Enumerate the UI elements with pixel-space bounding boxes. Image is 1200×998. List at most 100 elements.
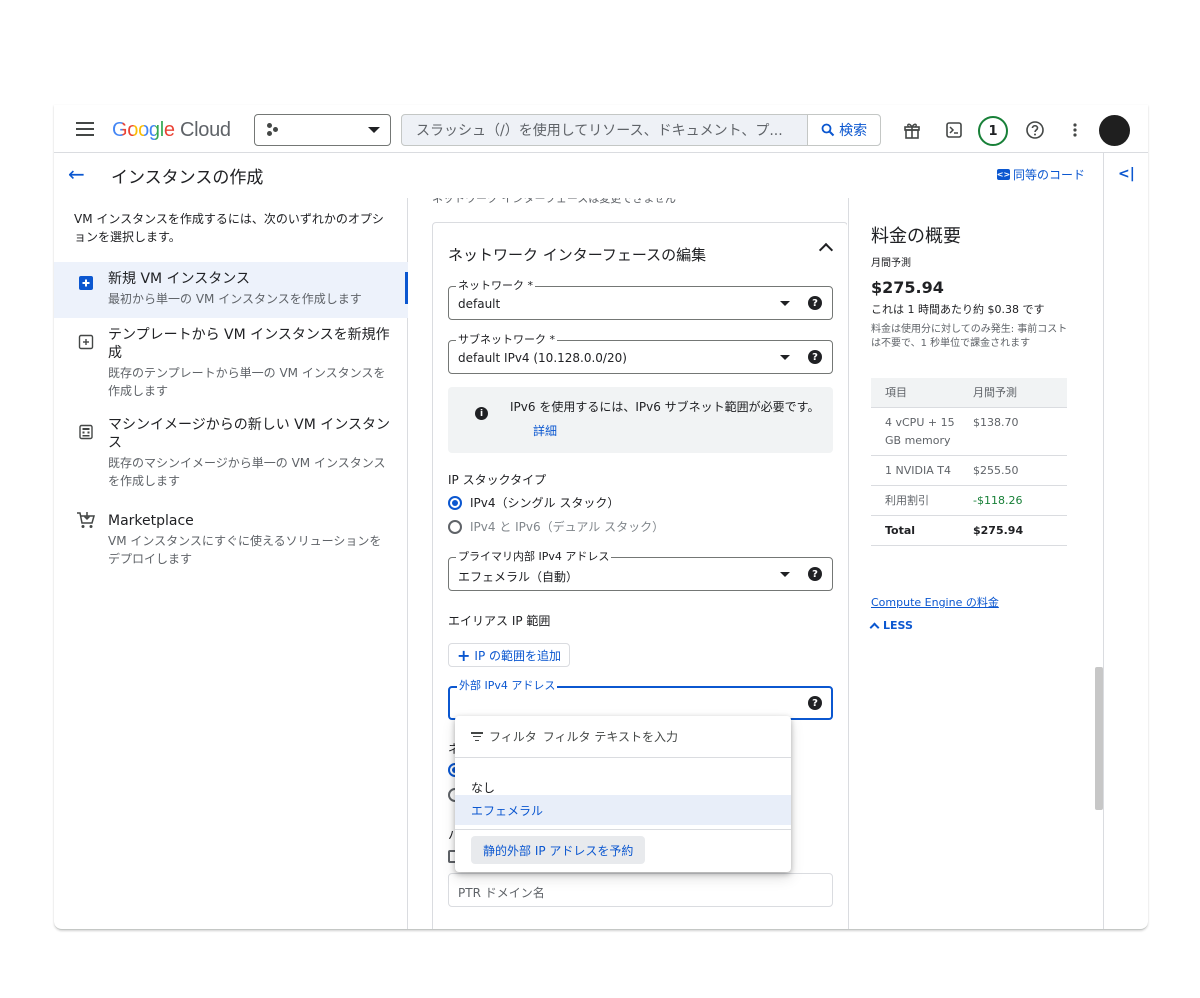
cell-item: Total xyxy=(885,524,916,537)
menu-divider xyxy=(455,829,791,830)
equivalent-code-link[interactable]: <> 同等のコード xyxy=(997,166,1085,183)
filter-input[interactable]: フィルタ テキストを入力 xyxy=(543,728,678,745)
menu-icon[interactable] xyxy=(74,119,96,139)
info-text: IPv6 を使用するには、IPv6 サブネット範囲が必要です。 xyxy=(510,400,820,414)
option-desc: 既存のテンプレートから単一の VM インスタンスを作成します xyxy=(108,366,386,398)
external-ip-label: 外部 IPv4 アドレス xyxy=(457,679,558,693)
option-title: テンプレートから VM インスタンスを新規作成 xyxy=(108,327,390,361)
table-row-total: Total $275.94 xyxy=(871,516,1067,546)
app-window: Google Cloud スラッシュ（/）を使用してリソース、ドキュメント、プ.… xyxy=(54,105,1148,930)
option-title: Marketplace xyxy=(108,513,194,529)
logo-cloud: Cloud xyxy=(179,118,231,141)
subnetwork-select[interactable]: サブネットワーク * default IPv4 (10.128.0.0/20) … xyxy=(448,333,833,374)
add-ip-range-label: IP の範囲を追加 xyxy=(474,648,561,663)
external-ip-select[interactable]: 外部 IPv4 アドレス ? xyxy=(448,679,833,720)
radio-checked-icon xyxy=(448,495,462,510)
search-bar[interactable]: スラッシュ（/）を使用してリソース、ドキュメント、プ... 検索 xyxy=(401,114,881,146)
option-from-template[interactable]: テンプレートから VM インスタンスを新規作成 既存のテンプレートから単一の V… xyxy=(54,320,408,404)
radio-label: IPv4 と IPv6（デュアル スタック） xyxy=(470,520,665,534)
help-icon[interactable]: ? xyxy=(808,350,822,364)
learn-more-link[interactable]: 詳細 xyxy=(533,422,557,439)
internal-ip-label: プライマリ内部 IPv4 アドレス xyxy=(456,550,612,564)
ipv6-info-box: i IPv6 を使用するには、IPv6 サブネット範囲が必要です。 詳細 xyxy=(448,387,833,453)
page-header: ← インスタンスの作成 <> 同等のコード xyxy=(54,153,1103,198)
collapse-panel-icon[interactable]: <| xyxy=(1118,166,1135,182)
card-title: ネットワーク インターフェースの編集 xyxy=(448,246,707,264)
cell-estimate: $138.70 xyxy=(973,416,1019,429)
ptr-domain-input[interactable]: PTR ドメイン名 xyxy=(448,873,833,907)
project-picker[interactable] xyxy=(254,114,391,146)
filter-label: フィルタ xyxy=(489,730,537,744)
option-desc: VM インスタンスにすぐに使えるソリューションをデプロイします xyxy=(108,534,382,566)
menu-item-ephemeral[interactable]: エフェメラル xyxy=(455,795,791,825)
code-icon: <> xyxy=(996,169,1011,180)
chevron-up-icon[interactable] xyxy=(818,242,834,258)
scrollbar[interactable] xyxy=(1095,667,1103,810)
search-button[interactable]: 検索 xyxy=(807,115,880,145)
help-icon[interactable]: ? xyxy=(808,296,822,310)
pricing-hourly: これは 1 時間あたり約 $0.38 です xyxy=(871,303,1045,316)
help-icon[interactable] xyxy=(1022,117,1048,143)
page-title: インスタンスの作成 xyxy=(111,168,264,188)
search-icon xyxy=(821,123,835,137)
option-from-machine-image[interactable]: マシンイメージからの新しい VM インスタンス 既存のマシンイメージから単一の … xyxy=(54,410,408,494)
pricing-amount: $275.94 xyxy=(871,278,944,297)
network-value: default xyxy=(458,297,501,311)
back-arrow-icon[interactable]: ← xyxy=(68,162,85,186)
compute-engine-pricing-link[interactable]: Compute Engine の料金 xyxy=(871,594,999,610)
option-marketplace[interactable]: Marketplace VM インスタンスにすぐに使えるソリューションをデプロイ… xyxy=(54,504,408,566)
network-select[interactable]: ネットワーク * default ? xyxy=(448,279,833,320)
table-header: 項目 月間予測 xyxy=(871,378,1067,408)
pricing-summary: 料金の概要 月間予測 $275.94 これは 1 時間あたり約 $0.38 です… xyxy=(848,198,1103,929)
ip-stack-title: IP スタックタイプ xyxy=(448,473,547,487)
equivalent-code-label: 同等のコード xyxy=(1013,168,1086,182)
gift-icon[interactable] xyxy=(899,117,925,143)
more-vert-icon[interactable] xyxy=(1062,117,1088,143)
terminal-icon[interactable] xyxy=(941,117,967,143)
filter-field[interactable]: フィルタ フィルタ テキストを入力 xyxy=(455,716,791,758)
option-new-vm[interactable]: 新規 VM インスタンス 最初から単一の VM インスタンスを作成します xyxy=(54,262,408,318)
machine-image-icon xyxy=(79,424,93,440)
reserve-static-ip-button[interactable]: 静的外部 IP アドレスを予約 xyxy=(471,836,646,864)
cart-icon xyxy=(77,512,95,528)
search-input[interactable]: スラッシュ（/）を使用してリソース、ドキュメント、プ... xyxy=(402,120,807,140)
cell-estimate: -$118.26 xyxy=(973,494,1023,507)
alias-ip-title: エイリアス IP 範囲 xyxy=(448,614,551,628)
network-label: ネットワーク * xyxy=(456,279,535,293)
column-estimate: 月間予測 xyxy=(973,386,1017,399)
plus-icon: + xyxy=(457,645,471,665)
google-cloud-logo[interactable]: Google Cloud xyxy=(112,117,231,143)
option-title: 新規 VM インスタンス xyxy=(108,271,250,287)
filter-icon xyxy=(471,732,483,741)
radio-label: IPv4（シングル スタック） xyxy=(470,496,620,510)
radio-ipv4-single[interactable]: IPv4（シングル スタック） xyxy=(448,494,619,511)
nav-intro-text: VM インスタンスを作成するには、次のいずれかのオプションを選択します。 xyxy=(74,212,384,244)
column-item: 項目 xyxy=(885,386,907,399)
creation-options-nav: VM インスタンスを作成するには、次のいずれかのオプションを選択します。 新規 … xyxy=(54,198,408,929)
top-bar: Google Cloud スラッシュ（/）を使用してリソース、ドキュメント、プ.… xyxy=(54,105,1148,153)
option-desc: 既存のマシンイメージから単一の VM インスタンスを作成します xyxy=(108,456,386,488)
info-icon: i xyxy=(475,407,488,420)
template-icon xyxy=(78,334,94,350)
less-toggle[interactable]: LESS xyxy=(869,619,913,633)
radio-dual-stack[interactable]: IPv4 と IPv6（デュアル スタック） xyxy=(448,518,664,535)
help-icon[interactable]: ? xyxy=(808,696,822,710)
search-button-label: 検索 xyxy=(839,123,868,139)
subnetwork-label: サブネットワーク * xyxy=(456,333,557,347)
avatar[interactable] xyxy=(1099,115,1130,146)
internal-ip-value: エフェメラル（自動） xyxy=(458,570,579,584)
chevron-down-icon xyxy=(368,127,380,133)
pricing-note: 料金は使用分に対してのみ発生: 事前コストは不要で、1 秒単位で課金されます xyxy=(871,324,1068,349)
help-icon[interactable]: ? xyxy=(808,567,822,581)
logo-google: Google xyxy=(112,118,175,141)
notifications-badge[interactable]: 1 xyxy=(978,116,1008,146)
subnetwork-value: default IPv4 (10.128.0.0/20) xyxy=(458,351,627,365)
cell-estimate: $255.50 xyxy=(973,464,1019,477)
less-label: LESS xyxy=(883,619,913,632)
pricing-table: 項目 月間予測 4 vCPU + 15 GB memory $138.70 1 … xyxy=(871,378,1067,546)
cell-item: 利用割引 xyxy=(885,494,929,507)
internal-ip-select[interactable]: プライマリ内部 IPv4 アドレス エフェメラル（自動） ? xyxy=(448,550,833,591)
option-title: マシンイメージからの新しい VM インスタンス xyxy=(108,417,390,451)
cell-item: 4 vCPU + 15 GB memory xyxy=(885,416,955,447)
add-ip-range-button[interactable]: + IP の範囲を追加 xyxy=(448,643,570,667)
